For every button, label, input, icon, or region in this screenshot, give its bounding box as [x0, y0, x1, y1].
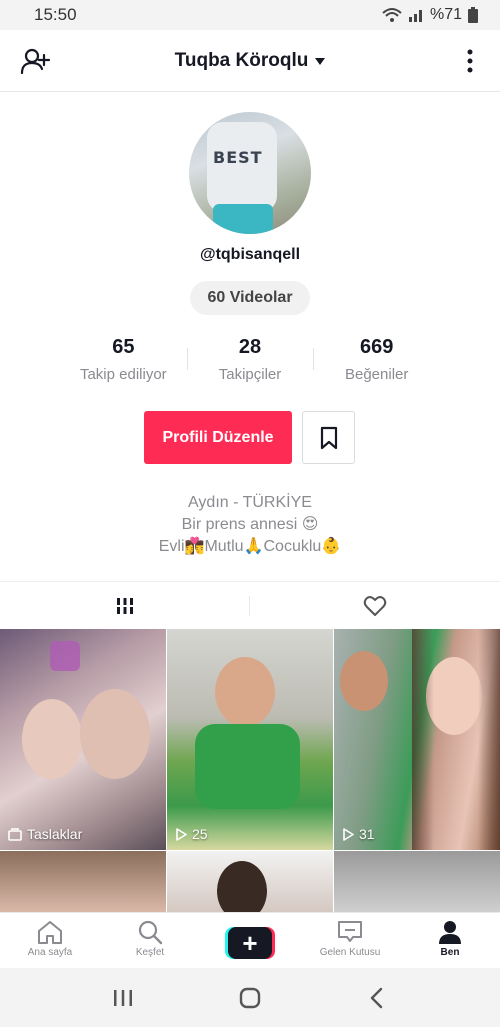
stat-followers[interactable]: 28 Takipçiler — [186, 336, 314, 383]
stat-label: Takip ediliyor — [79, 366, 167, 383]
account-switcher[interactable]: Tuqba Köroqlu — [175, 50, 326, 72]
nav-inbox[interactable]: Gelen Kutusu — [300, 913, 400, 968]
video-tile[interactable]: 31 — [334, 629, 500, 850]
profile-header: Tuqba Köroqlu — [0, 30, 500, 92]
stat-value: 28 — [238, 336, 262, 358]
inbox-icon — [338, 921, 362, 942]
system-navigation — [0, 968, 500, 1027]
nav-discover[interactable]: Keşfet — [100, 913, 200, 968]
bio-line: Bir prens annesi 😍 — [181, 516, 319, 533]
create-icon: + — [225, 927, 275, 959]
home-icon — [38, 921, 62, 944]
search-icon — [138, 920, 163, 945]
videos-count-pill[interactable]: 60 Videolar — [190, 281, 310, 315]
nav-label: Keşfet — [135, 947, 165, 958]
tile-caption: 25 — [175, 826, 208, 842]
stat-label: Beğeniler — [344, 366, 409, 383]
stat-value: 669 — [359, 336, 394, 358]
caret-down-icon — [315, 58, 326, 65]
nav-label: Ana sayfa — [27, 947, 73, 958]
stat-likes[interactable]: 669 Beğeniler — [313, 336, 440, 383]
header-username: Tuqba Köroqlu — [174, 49, 309, 71]
video-grid: Taslaklar 25 31 — [0, 629, 500, 912]
tile-caption: 31 — [342, 826, 375, 842]
avatar[interactable]: BEST — [189, 112, 311, 234]
battery-icon — [468, 7, 478, 23]
profile-icon — [439, 921, 461, 944]
status-time: 15:50 — [34, 5, 77, 24]
video-tile[interactable]: 25 — [167, 629, 333, 850]
stat-value: 65 — [112, 336, 135, 358]
stat-label: Takipçiler — [218, 366, 282, 383]
profile-bio: Aydın - TÜRKİYE Bir prens annesi 😍 Evli👩… — [0, 492, 500, 558]
more-options-icon[interactable] — [458, 46, 482, 76]
video-tile[interactable] — [0, 851, 166, 912]
bottom-navigation: Ana sayfa Keşfet + Gelen Kutusu Ben — [0, 912, 500, 968]
tile-caption: Taslaklar — [8, 826, 82, 842]
nav-label: Gelen Kutusu — [319, 947, 381, 958]
signal-icon — [408, 8, 424, 22]
wifi-icon — [382, 7, 402, 23]
video-tile[interactable] — [167, 851, 333, 912]
bookmark-button[interactable] — [302, 411, 355, 464]
drafts-icon — [8, 827, 22, 841]
bio-line: Aydın - TÜRKİYE — [188, 494, 312, 511]
grid-icon — [117, 597, 133, 614]
back-icon[interactable] — [366, 987, 388, 1009]
status-icons: %71 — [382, 6, 478, 24]
video-tile[interactable]: Taslaklar — [0, 629, 166, 850]
nav-home[interactable]: Ana sayfa — [0, 913, 100, 968]
status-bar: 15:50 %71 — [0, 0, 500, 30]
nav-create[interactable]: + — [200, 913, 300, 968]
play-icon — [343, 827, 354, 841]
profile-handle: @tqbisanqell — [199, 246, 301, 263]
home-button-icon[interactable] — [239, 987, 261, 1009]
nav-label: Ben — [440, 947, 460, 958]
stat-following[interactable]: 65 Takip ediliyor — [60, 336, 187, 383]
bookmark-icon — [320, 426, 337, 449]
nav-profile[interactable]: Ben — [400, 913, 500, 968]
heart-icon — [363, 595, 387, 616]
content-tabs — [0, 581, 500, 629]
add-friend-icon[interactable] — [20, 47, 52, 77]
play-icon — [176, 827, 187, 841]
profile-stats: 65 Takip ediliyor 28 Takipçiler 669 Beğe… — [60, 336, 440, 383]
video-tile[interactable] — [334, 851, 500, 912]
tab-liked[interactable] — [250, 582, 500, 629]
recent-apps-icon[interactable] — [112, 988, 134, 1008]
tab-videos[interactable] — [0, 582, 250, 629]
edit-profile-button[interactable]: Profili Düzenle — [144, 411, 292, 464]
battery-percent: %71 — [429, 6, 462, 23]
bio-line: Evli👩‍❤️‍💋‍👨Mutlu🙏Cocuklu👶 — [158, 538, 342, 555]
